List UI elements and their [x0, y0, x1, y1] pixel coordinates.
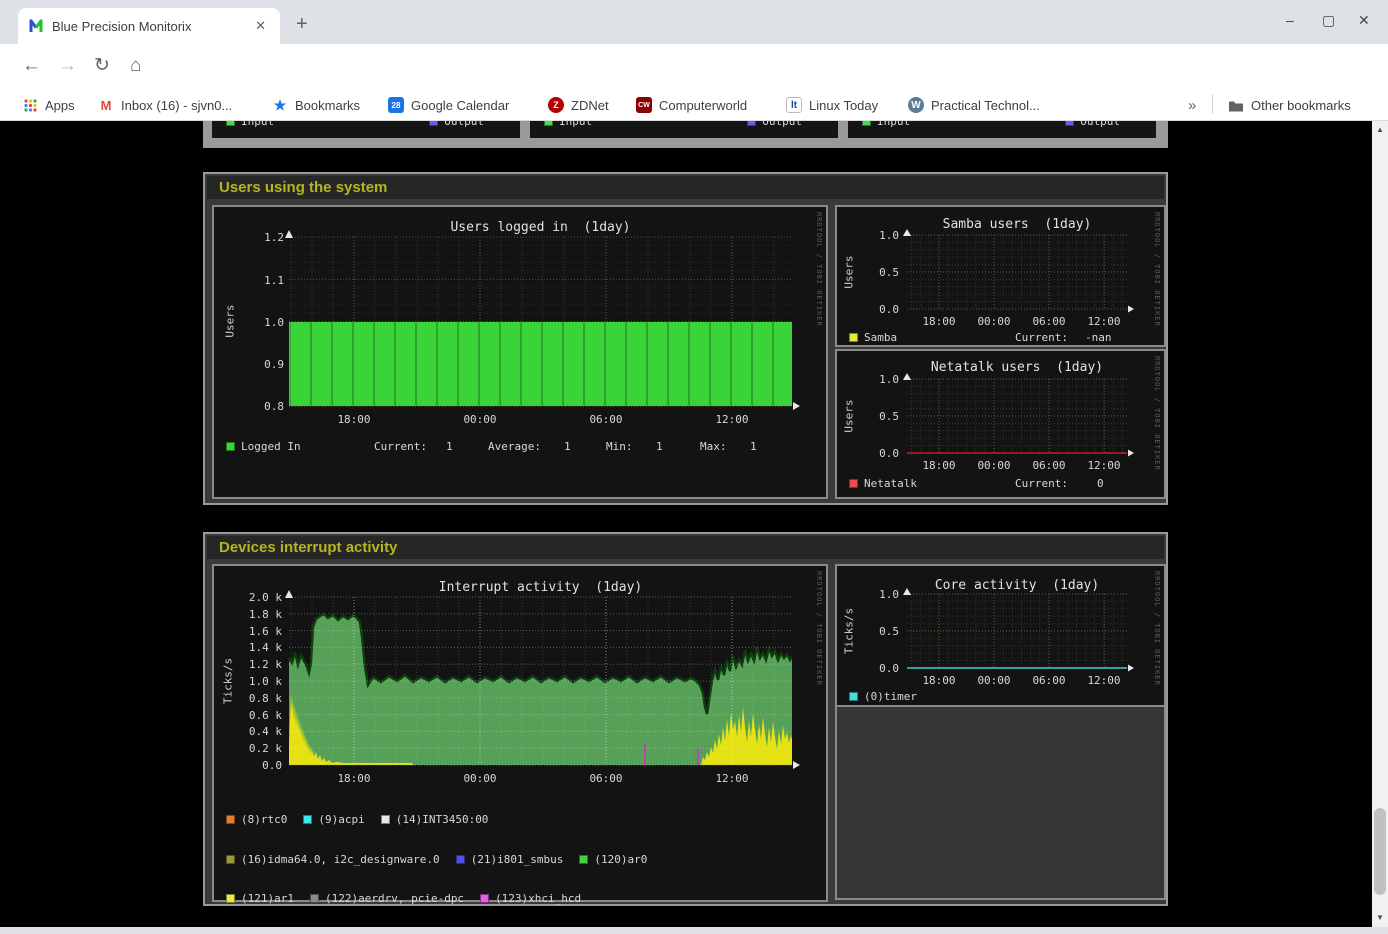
- scroll-down-icon[interactable]: ▼: [1372, 911, 1388, 925]
- interrupt-legend: (8)rtc0 (9)acpi (14)INT3450:00 (16)idma6…: [226, 787, 647, 927]
- core-activity-graph[interactable]: Core activity (1day) RRDTOOL / TOBI OETI…: [837, 566, 1164, 707]
- new-tab-button[interactable]: +: [296, 14, 308, 34]
- y-axis-label: Users: [843, 255, 856, 288]
- users-logged-in-graph[interactable]: Users logged in (1day) RRDTOOL / TOBI OE…: [212, 205, 828, 499]
- reload-icon[interactable]: ↻: [94, 55, 110, 77]
- browser-toolbar: ← → ↻ ⌂ ⓘ localhost:8080/monitorix-cgi/m…: [0, 44, 1388, 88]
- bookmark-computerworld[interactable]: CW Computerworld: [636, 94, 747, 116]
- cutoff-graph-panel[interactable]: Input Output: [848, 121, 1156, 138]
- y-axis-label: Users: [224, 304, 237, 337]
- cutoff-graph-panel[interactable]: Input Output: [212, 121, 520, 138]
- output-legend-swatch: [429, 121, 438, 126]
- interrupts-section: Devices interrupt activity Interrupt act…: [203, 532, 1168, 906]
- wordpress-icon: W: [908, 97, 924, 113]
- browser-tab[interactable]: Blue Precision Monitorix ✕: [18, 8, 280, 44]
- interrupt-plot: [289, 597, 792, 765]
- y-axis-label: Ticks/s: [843, 608, 856, 654]
- core-plot: [907, 594, 1127, 668]
- rrdtool-watermark: RRDTOOL / TOBI OETIKER: [1153, 356, 1161, 471]
- bookmark-bookmarks[interactable]: ★ Bookmarks: [272, 94, 360, 116]
- browser-window: Blue Precision Monitorix ✕ + – ▢ ✕ ← → ↻…: [0, 0, 1388, 934]
- samba-plot: [907, 235, 1127, 309]
- section-header-interrupts: Devices interrupt activity: [207, 536, 1164, 559]
- x-axis-arrow: [793, 402, 800, 410]
- linux-today-icon: lt: [786, 97, 802, 113]
- star-icon: ★: [272, 97, 288, 113]
- monitorix-favicon-icon: [28, 18, 44, 34]
- bookmark-inbox[interactable]: M Inbox (16) - sjvn0...: [98, 94, 232, 116]
- legend-logged-in: Logged In: [226, 440, 301, 453]
- computerworld-icon: CW: [636, 97, 652, 113]
- vertical-scrollbar[interactable]: ▲ ▼: [1372, 121, 1388, 927]
- scrollbar-thumb[interactable]: [1374, 808, 1386, 895]
- bookmarks-overflow-chevron[interactable]: »: [1188, 94, 1196, 116]
- input-legend-swatch: [226, 121, 235, 126]
- samba-users-graph[interactable]: Samba users (1day) RRDTOOL / TOBI OETIKE…: [835, 205, 1166, 347]
- calendar-icon: 28: [388, 97, 404, 113]
- cutoff-graph-panel[interactable]: Input Output: [530, 121, 838, 138]
- x-axis-arrow: [793, 761, 800, 769]
- legend-timer: (0)timer: [849, 690, 917, 703]
- apps-label: Apps: [45, 98, 75, 113]
- bookmark-google-calendar[interactable]: 28 Google Calendar: [388, 94, 509, 116]
- window-close-button[interactable]: ✕: [1358, 12, 1370, 29]
- interrupt-activity-graph[interactable]: Interrupt activity (1day) RRDTOOL / TOBI…: [212, 564, 828, 902]
- rrdtool-watermark: RRDTOOL / TOBI OETIKER: [815, 212, 823, 327]
- window-minimize-button[interactable]: –: [1286, 12, 1294, 28]
- back-icon[interactable]: ←: [22, 55, 41, 77]
- legend-samba: Samba: [849, 331, 897, 344]
- scroll-up-icon[interactable]: ▲: [1372, 123, 1388, 137]
- apps-shortcut[interactable]: Apps: [22, 94, 75, 116]
- bookmarks-bar: Apps M Inbox (16) - sjvn0... ★ Bookmarks…: [0, 88, 1388, 121]
- window-maximize-button[interactable]: ▢: [1322, 12, 1335, 29]
- home-icon[interactable]: ⌂: [130, 55, 141, 77]
- y-axis-label: Users: [843, 399, 856, 432]
- forward-icon[interactable]: →: [58, 55, 77, 77]
- tab-close-icon[interactable]: ✕: [251, 16, 270, 36]
- netatalk-plot: [907, 379, 1127, 453]
- section-header-users: Users using the system: [207, 176, 1164, 199]
- netatalk-users-graph[interactable]: Netatalk users (1day) RRDTOOL / TOBI OET…: [835, 349, 1166, 499]
- folder-icon: [1228, 97, 1244, 113]
- users-section: Users using the system Users logged in (…: [203, 172, 1168, 505]
- y-axis-label: Ticks/s: [222, 658, 235, 704]
- bookmark-zdnet[interactable]: Z ZDNet: [548, 94, 609, 116]
- apps-grid-icon: [22, 97, 38, 113]
- core-activity-column: Core activity (1day) RRDTOOL / TOBI OETI…: [835, 564, 1166, 900]
- other-bookmarks[interactable]: Other bookmarks: [1228, 94, 1351, 116]
- legend-netatalk: Netatalk: [849, 477, 917, 490]
- monitorix-page: Input Output Input Output Input Output U…: [0, 121, 1372, 927]
- cutoff-graph-row: Input Output Input Output Input Output: [203, 121, 1168, 148]
- gmail-icon: M: [98, 97, 114, 113]
- bookmark-practical-technology[interactable]: W Practical Technol...: [908, 94, 1040, 116]
- graph-title: Users logged in (1day): [289, 220, 792, 235]
- tab-title: Blue Precision Monitorix: [52, 19, 251, 34]
- window-bottom-edge: [0, 927, 1388, 934]
- zdnet-icon: Z: [548, 97, 564, 113]
- rrdtool-watermark: RRDTOOL / TOBI OETIKER: [815, 571, 823, 686]
- rrdtool-watermark: RRDTOOL / TOBI OETIKER: [1153, 571, 1161, 686]
- titlebar: Blue Precision Monitorix ✕ + – ▢ ✕: [0, 0, 1388, 44]
- bookmarks-divider: [1212, 94, 1213, 114]
- interrupt-green-series: [289, 614, 792, 765]
- rrdtool-watermark: RRDTOOL / TOBI OETIKER: [1153, 212, 1161, 327]
- bookmark-linux-today[interactable]: lt Linux Today: [786, 94, 878, 116]
- users-plot: [289, 237, 792, 406]
